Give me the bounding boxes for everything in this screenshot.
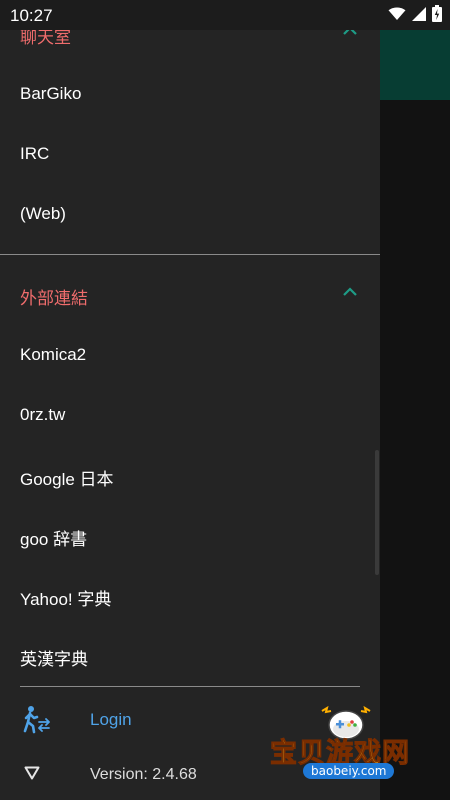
watermark-url: baobeiy.com	[303, 763, 395, 779]
drawer-item-label: IRC	[20, 144, 50, 163]
footer-divider	[20, 686, 360, 687]
drawer-item-label: goo 辞書	[20, 530, 88, 549]
drawer-item-google-japan[interactable]: Google 日本	[0, 445, 380, 505]
signal-icon	[412, 6, 426, 21]
drawer-item-goo-dictionary[interactable]: goo 辞書	[0, 505, 380, 565]
section-title: 外部連結	[20, 289, 88, 308]
triangle-down-icon	[24, 766, 40, 780]
drawer-item-label: 0rz.tw	[20, 405, 66, 424]
walking-person-icon[interactable]	[20, 704, 50, 734]
status-bar: 10:27	[0, 0, 450, 30]
navigation-drawer: 聊天室 BarGiko IRC (Web) 外部連結 Komica2 0rz.t…	[0, 0, 380, 800]
battery-icon	[432, 5, 442, 22]
drawer-item-komica2[interactable]: Komica2	[0, 325, 380, 385]
section-header-external-links[interactable]: 外部連結	[0, 265, 380, 325]
drawer-scrim[interactable]	[380, 100, 450, 800]
section-divider	[0, 254, 380, 255]
drawer-item-0rz[interactable]: 0rz.tw	[0, 385, 380, 445]
drawer-item-yahoo-dictionary[interactable]: Yahoo! 字典	[0, 565, 380, 625]
login-link[interactable]: Login	[90, 710, 132, 730]
status-time: 10:27	[10, 6, 53, 25]
drawer-item-label: 英漢字典	[20, 650, 88, 669]
drawer-item-label: Komica2	[20, 345, 87, 364]
status-icons	[388, 5, 442, 22]
wifi-icon	[388, 7, 406, 20]
drawer-item-label: Google 日本	[20, 470, 114, 489]
drawer-item-label: (Web)	[20, 204, 66, 223]
drawer-item-irc[interactable]: IRC	[0, 124, 380, 184]
version-label: Version: 2.4.68	[90, 766, 197, 783]
watermark: 宝贝游戏网 baobeiy.com	[270, 705, 450, 800]
drawer-item-english-chinese-dictionary[interactable]: 英漢字典	[0, 625, 380, 685]
drawer-item-web[interactable]: (Web)	[0, 184, 380, 244]
app-toolbar	[380, 30, 450, 100]
chevron-up-icon[interactable]	[342, 287, 358, 297]
drawer-item-label: BarGiko	[20, 84, 82, 103]
drawer-item-bargiko[interactable]: BarGiko	[0, 64, 380, 124]
drawer-scrollbar[interactable]	[375, 450, 379, 575]
drawer-item-label: Yahoo! 字典	[20, 590, 112, 609]
